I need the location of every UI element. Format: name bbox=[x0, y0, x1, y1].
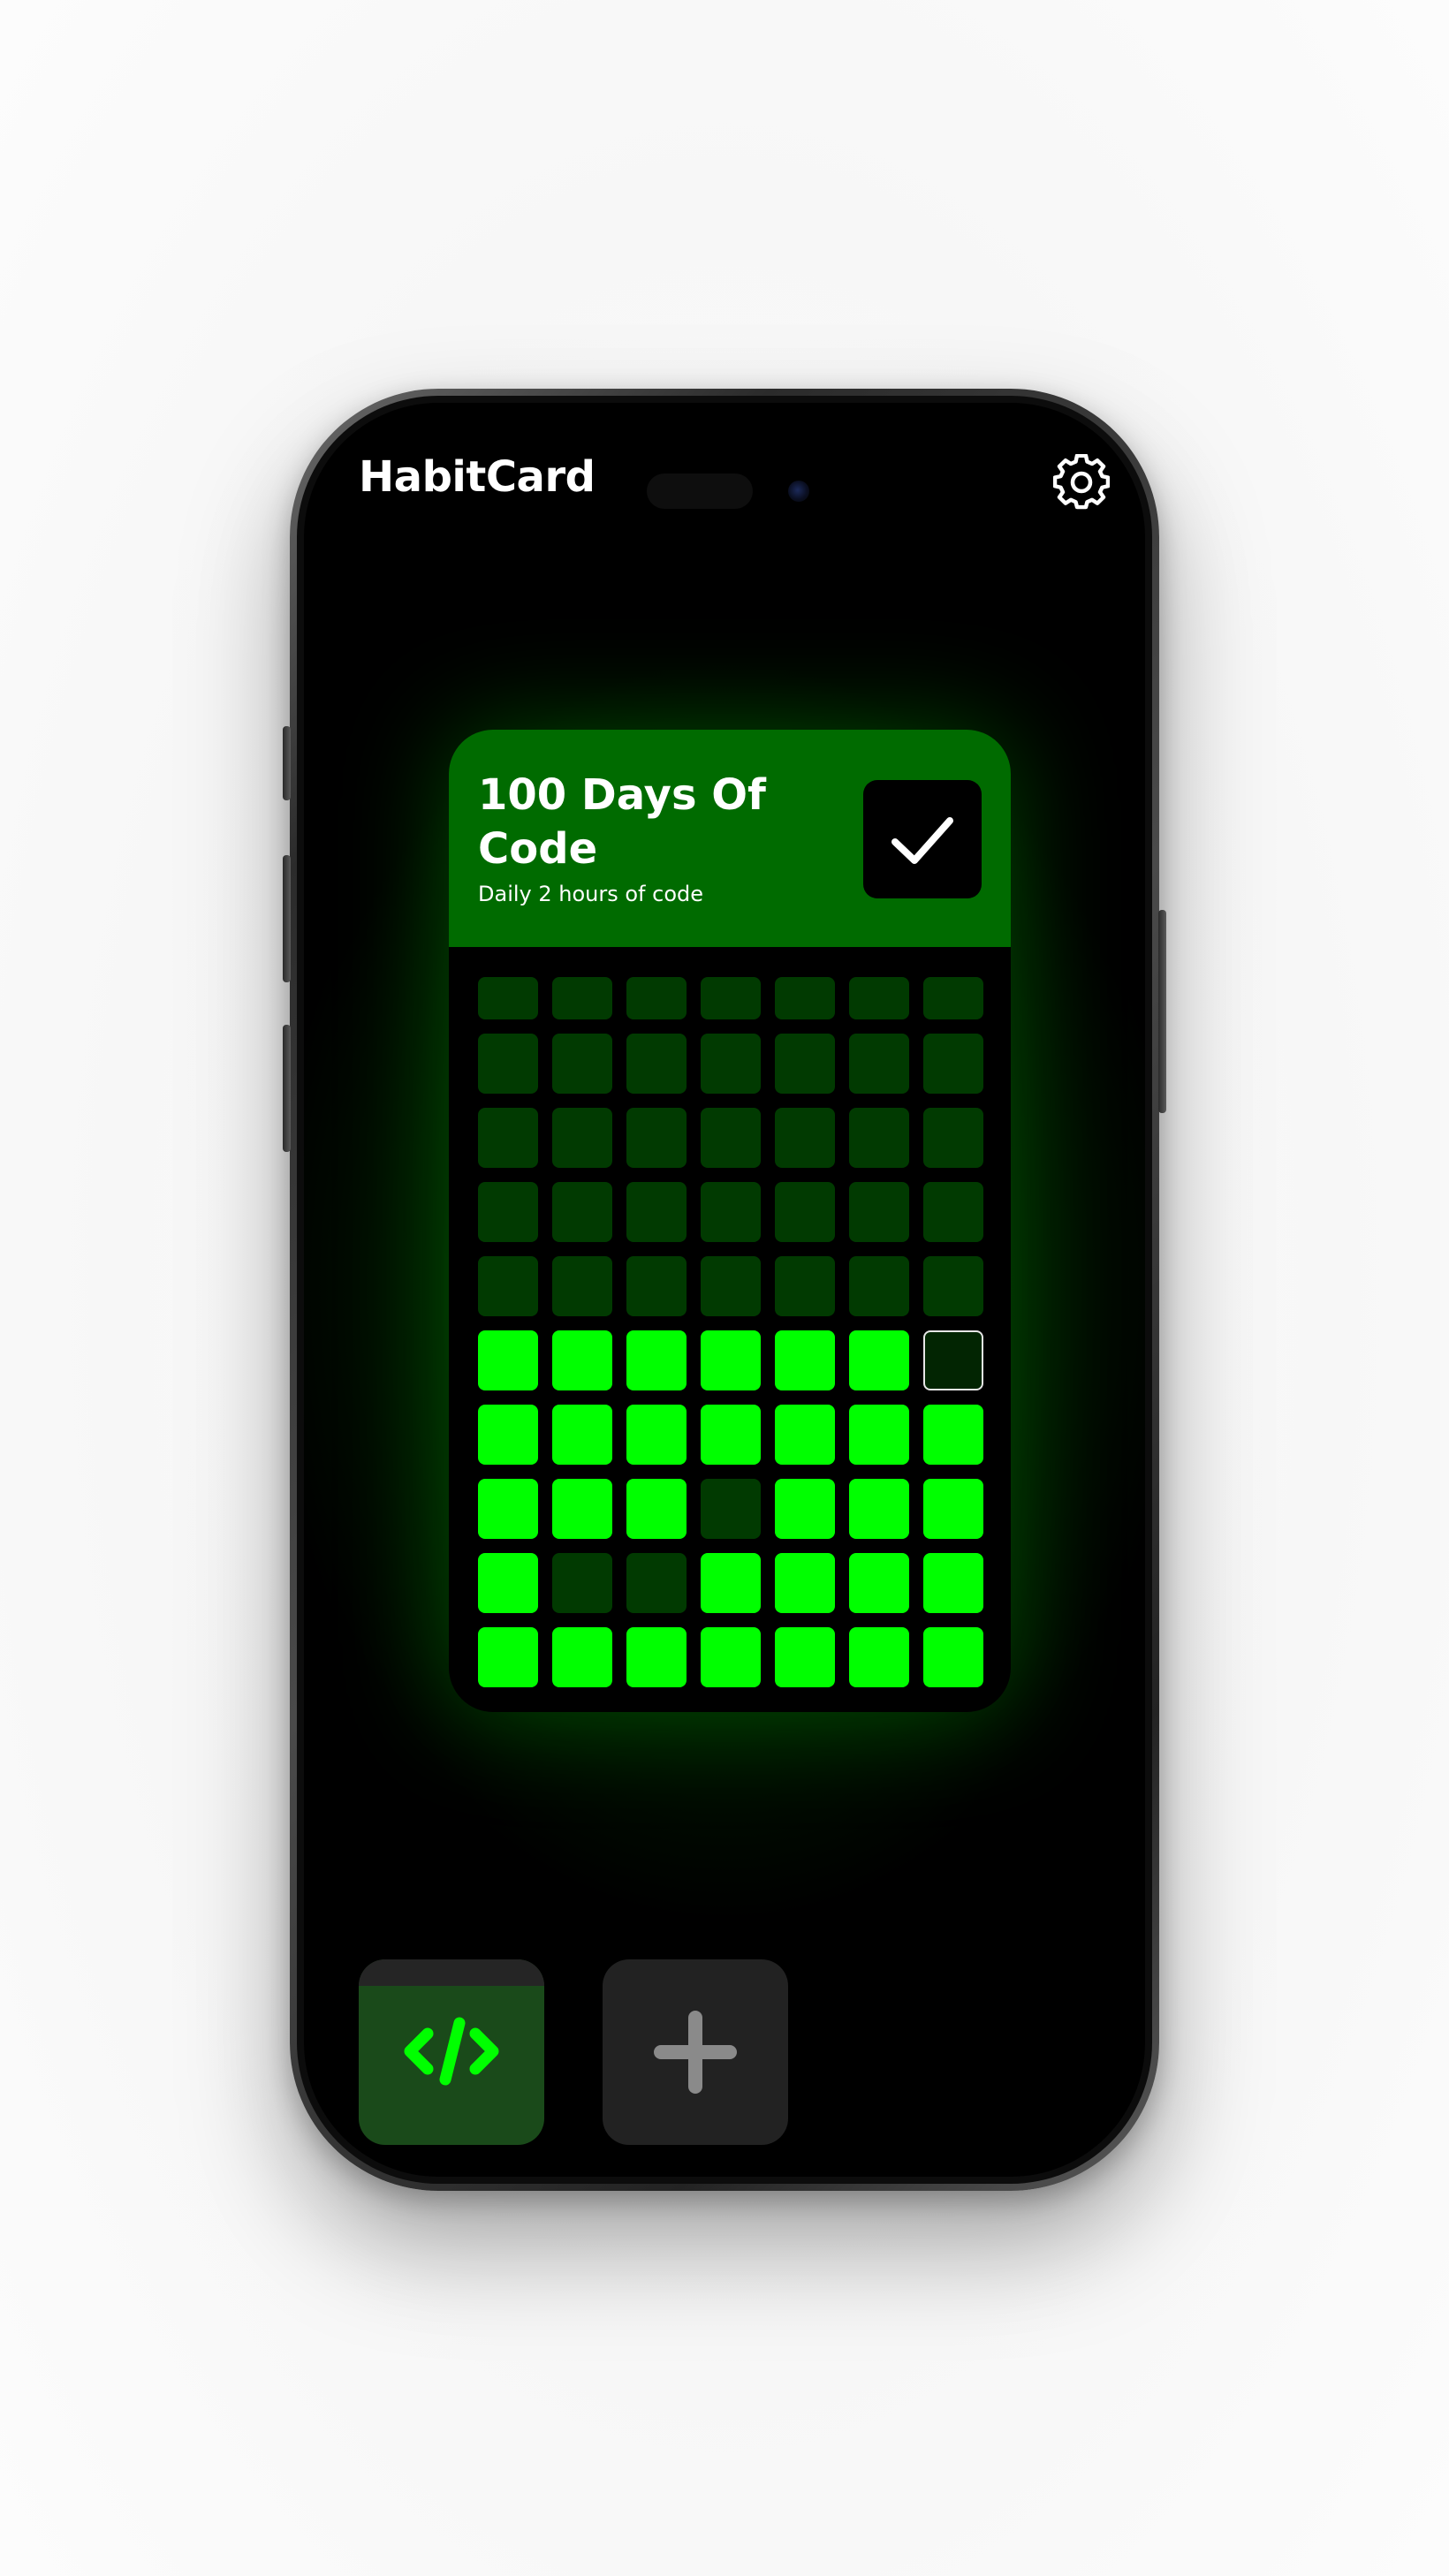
habit-day-cell[interactable] bbox=[775, 1256, 835, 1316]
habit-day-cell[interactable] bbox=[923, 1256, 983, 1316]
habit-day-cell[interactable] bbox=[552, 1108, 612, 1168]
habit-day-cell[interactable] bbox=[626, 1256, 687, 1316]
habit-day-cell[interactable] bbox=[923, 1553, 983, 1613]
habit-day-cell[interactable] bbox=[478, 1256, 538, 1316]
plus-icon bbox=[654, 2011, 737, 2094]
habit-day-cell[interactable] bbox=[478, 1479, 538, 1539]
habit-day-cell[interactable] bbox=[552, 1627, 612, 1687]
habit-grid bbox=[478, 977, 983, 1687]
habit-day-cell[interactable] bbox=[478, 977, 538, 1019]
habit-day-cell[interactable] bbox=[923, 977, 983, 1019]
habit-day-cell[interactable] bbox=[626, 1405, 687, 1465]
habit-day-cell[interactable] bbox=[775, 1627, 835, 1687]
habit-day-cell[interactable] bbox=[552, 1330, 612, 1390]
habit-day-cell[interactable] bbox=[775, 977, 835, 1019]
habit-day-cell[interactable] bbox=[552, 1182, 612, 1242]
habit-day-cell[interactable] bbox=[849, 1182, 909, 1242]
habit-day-cell[interactable] bbox=[626, 1108, 687, 1168]
habit-card-header: 100 Days Of Code Daily 2 hours of code bbox=[449, 730, 1011, 947]
habit-day-cell[interactable] bbox=[923, 1182, 983, 1242]
habit-subtitle: Daily 2 hours of code bbox=[478, 882, 703, 906]
habit-day-cell[interactable] bbox=[552, 1256, 612, 1316]
gear-icon bbox=[1052, 453, 1111, 510]
habit-day-cell[interactable] bbox=[552, 1405, 612, 1465]
camera-icon bbox=[788, 481, 809, 502]
habit-day-cell[interactable] bbox=[849, 1405, 909, 1465]
habit-day-cell[interactable] bbox=[701, 1108, 761, 1168]
habit-day-cell[interactable] bbox=[849, 1108, 909, 1168]
habit-day-cell[interactable] bbox=[923, 1108, 983, 1168]
habit-day-cell[interactable] bbox=[552, 1553, 612, 1613]
add-habit-button[interactable] bbox=[603, 1959, 788, 2145]
habit-day-cell[interactable] bbox=[775, 1553, 835, 1613]
habit-day-cell[interactable] bbox=[849, 1553, 909, 1613]
habit-day-cell[interactable] bbox=[701, 1627, 761, 1687]
settings-button[interactable] bbox=[1052, 453, 1111, 511]
habit-day-cell[interactable] bbox=[626, 1479, 687, 1539]
habit-day-cell[interactable] bbox=[849, 1627, 909, 1687]
app-screen: HabitCard 100 Days Of Code Daily 2 hours… bbox=[304, 403, 1145, 2177]
habit-day-cell[interactable] bbox=[478, 1553, 538, 1613]
habit-tab-code[interactable] bbox=[359, 1959, 544, 2145]
habit-day-cell[interactable] bbox=[775, 1034, 835, 1094]
habit-day-cell[interactable] bbox=[775, 1479, 835, 1539]
habit-day-cell[interactable] bbox=[849, 1479, 909, 1539]
volume-down-button bbox=[283, 1025, 291, 1152]
habit-day-cell[interactable] bbox=[626, 1553, 687, 1613]
habit-day-cell[interactable] bbox=[775, 1405, 835, 1465]
habit-day-cell[interactable] bbox=[552, 1479, 612, 1539]
app-title: HabitCard bbox=[359, 452, 596, 502]
habit-day-cell[interactable] bbox=[701, 1256, 761, 1316]
habit-day-cell[interactable] bbox=[701, 1553, 761, 1613]
habit-day-cell[interactable] bbox=[478, 1405, 538, 1465]
action-button bbox=[283, 726, 291, 800]
volume-up-button bbox=[283, 855, 291, 982]
checkmark-icon bbox=[891, 817, 953, 864]
mark-done-button[interactable] bbox=[863, 780, 982, 898]
habit-day-cell[interactable] bbox=[478, 1330, 538, 1390]
power-button bbox=[1158, 910, 1166, 1113]
habit-day-cell[interactable] bbox=[626, 1330, 687, 1390]
habit-day-cell[interactable] bbox=[923, 1034, 983, 1094]
habit-day-cell[interactable] bbox=[552, 1034, 612, 1094]
habit-day-cell[interactable] bbox=[478, 1034, 538, 1094]
habit-day-cell[interactable] bbox=[849, 1330, 909, 1390]
habit-day-cell[interactable] bbox=[849, 977, 909, 1019]
habit-day-cell[interactable] bbox=[552, 977, 612, 1019]
habit-day-cell-today[interactable] bbox=[923, 1330, 983, 1390]
habit-day-cell[interactable] bbox=[478, 1108, 538, 1168]
habit-day-cell[interactable] bbox=[626, 1182, 687, 1242]
habit-day-cell[interactable] bbox=[701, 1034, 761, 1094]
habit-day-cell[interactable] bbox=[478, 1182, 538, 1242]
habit-day-cell[interactable] bbox=[775, 1330, 835, 1390]
code-icon bbox=[404, 2017, 499, 2086]
habit-day-cell[interactable] bbox=[701, 1479, 761, 1539]
dynamic-island bbox=[627, 465, 831, 518]
habit-day-cell[interactable] bbox=[775, 1182, 835, 1242]
habit-day-cell[interactable] bbox=[701, 1182, 761, 1242]
habit-title: 100 Days Of Code bbox=[478, 770, 766, 874]
habit-card: 100 Days Of Code Daily 2 hours of code bbox=[449, 730, 1011, 1712]
habit-day-cell[interactable] bbox=[626, 977, 687, 1019]
habit-day-cell[interactable] bbox=[701, 977, 761, 1019]
habit-day-cell[interactable] bbox=[701, 1330, 761, 1390]
habit-day-cell[interactable] bbox=[923, 1627, 983, 1687]
habit-day-cell[interactable] bbox=[775, 1108, 835, 1168]
mockup-stage: HabitCard 100 Days Of Code Daily 2 hours… bbox=[0, 0, 1449, 2576]
habit-day-cell[interactable] bbox=[923, 1479, 983, 1539]
habit-day-cell[interactable] bbox=[626, 1034, 687, 1094]
habit-day-cell[interactable] bbox=[701, 1405, 761, 1465]
habit-day-cell[interactable] bbox=[923, 1405, 983, 1465]
habit-day-cell[interactable] bbox=[849, 1256, 909, 1316]
habit-day-cell[interactable] bbox=[626, 1627, 687, 1687]
habit-day-cell[interactable] bbox=[478, 1627, 538, 1687]
habit-day-cell[interactable] bbox=[849, 1034, 909, 1094]
